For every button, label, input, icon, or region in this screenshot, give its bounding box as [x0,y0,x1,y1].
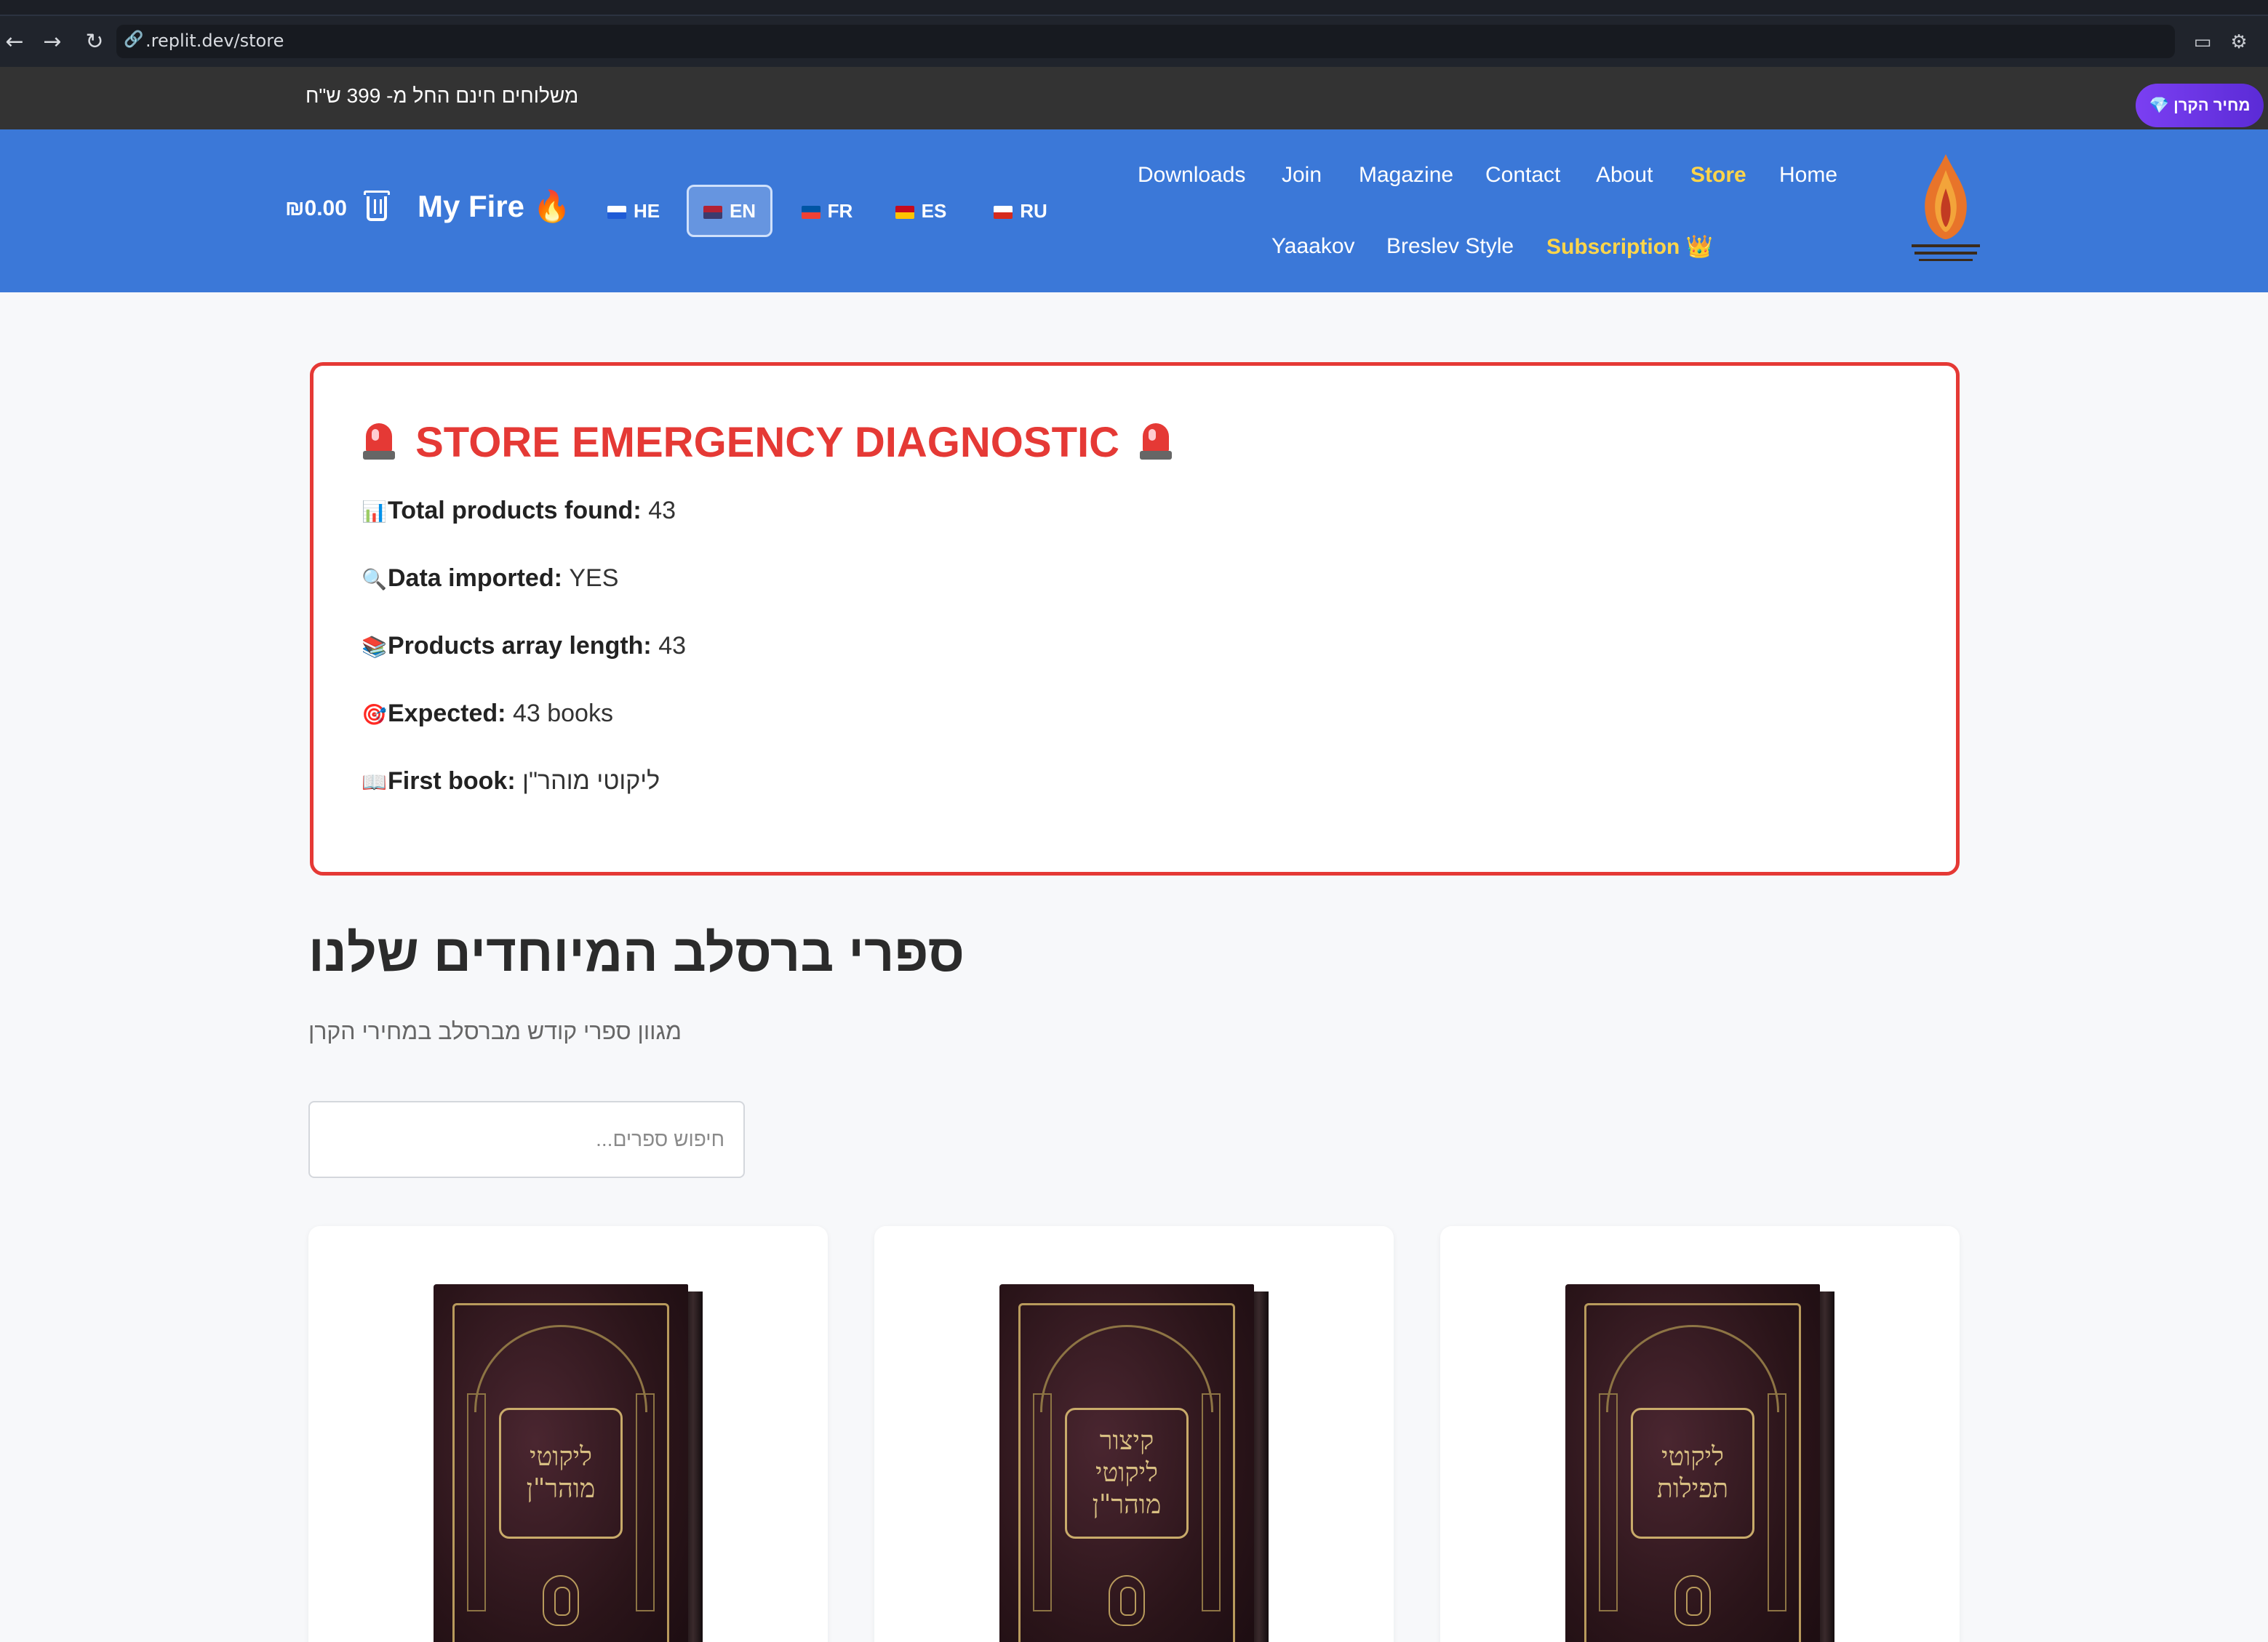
lang-code: FR [827,200,853,222]
cart-total[interactable]: ₪0.00 [285,196,347,221]
flag-icon [895,206,914,219]
diagnostic-row: 📊Total products found: 43 [362,497,676,525]
book-cover-title: ליקוטי תפילות [1631,1408,1754,1539]
announcement-bar: משלוחים חינם החל מ- 399 ש"ח 💎 מחיר הקרן [0,67,2268,129]
site-logo[interactable] [1906,148,1986,273]
flag-icon [994,206,1013,219]
diagnostic-row-label: Expected: [388,700,513,727]
browser-address-bar: ← → ↻ 🔗 .replit.dev/store ▭ ⚙ [0,16,2268,67]
product-card[interactable]: קיצור ליקוטי מוהר"ן [874,1226,1394,1642]
book-cover-title: ליקוטי מוהר"ן [499,1408,623,1539]
free-shipping-text: משלוחים חינם החל מ- 399 ש"ח [306,84,579,107]
diagnostic-row-label: Data imported: [388,564,570,592]
diagnostic-title: STORE EMERGENCY DIAGNOSTIC [362,418,1173,467]
book-cover-image[interactable]: ליקוטי מוהר"ן [434,1284,703,1642]
browser-tab-strip [0,0,2268,16]
nav-magazine-link[interactable]: Magazine [1359,163,1453,188]
lang-code: HE [633,200,660,222]
diagnostic-row: 📚Products array length: 43 [362,632,686,660]
devices-icon[interactable]: ▭ [2189,29,2216,55]
diagnostic-row-icon: 🎯 [362,702,387,726]
product-card[interactable]: ליקוטי מוהר"ן [308,1226,828,1642]
lang-he-button[interactable]: HE [591,185,676,237]
store-subtitle: מגוון ספרי קודש מברסלב במחירי הקרן [308,1018,682,1044]
diagnostic-row-icon: 📚 [362,635,387,659]
diagnostic-row: 📖First book: ליקוטי מוהר"ן [362,767,660,796]
fund-price-button[interactable]: 💎 מחיר הקרן [2136,84,2264,127]
diagnostic-row-value: ליקוטי מוהר"ן [522,767,660,795]
siren-icon [1138,420,1173,461]
diagnostic-row: 🎯Expected: 43 books [362,700,613,728]
nav-home-link[interactable]: Home [1779,163,1837,188]
my-fire-link[interactable]: My Fire 🔥 [418,189,571,225]
product-card[interactable]: ליקוטי תפילות [1440,1226,1960,1642]
link-icon: 🔗 [124,31,144,49]
diagnostic-row-label: Products array length: [388,632,659,660]
diagnostic-row-icon: 📊 [362,500,387,524]
diagnostic-row-icon: 🔍 [362,567,387,591]
reload-icon[interactable]: ↻ [80,28,109,57]
flag-icon [801,206,820,219]
nav-yaaakov-link[interactable]: Yaaakov [1271,234,1355,259]
url-field[interactable]: 🔗 .replit.dev/store [116,25,2175,58]
diagnostic-title-text: STORE EMERGENCY DIAGNOSTIC [415,419,1119,466]
lang-ru-button[interactable]: RU [982,185,1059,237]
lang-code: ES [921,200,947,222]
site-header: ₪0.00 My Fire 🔥 HE EN FR ES RU Downloads Join… [0,129,2268,292]
diagnostic-row-value: 43 [648,497,676,524]
nav-contact-link[interactable]: Contact [1485,163,1560,188]
book-cover-title: קיצור ליקוטי מוהר"ן [1065,1408,1189,1539]
forward-icon[interactable]: → [38,28,67,57]
book-search-input[interactable] [308,1101,745,1178]
flag-icon [607,206,626,219]
wrench-icon[interactable]: ⚙ [2226,29,2252,55]
siren-icon [362,420,396,461]
flag-icon [703,206,722,219]
store-title: ספרי ברסלב המיוחדים שלנו [308,924,965,982]
back-icon[interactable]: ← [0,28,29,57]
nav-about-link[interactable]: About [1596,163,1653,188]
lang-es-button[interactable]: ES [885,185,957,237]
nav-join-link[interactable]: Join [1282,163,1322,188]
trash-icon[interactable] [362,188,391,224]
nav-downloads-link[interactable]: Downloads [1138,163,1245,188]
nav-store-link[interactable]: Store [1690,163,1746,188]
nav-breslev-style-link[interactable]: Breslev Style [1386,234,1514,259]
url-text: .replit.dev/store [145,31,284,51]
diagnostic-row-icon: 📖 [362,770,387,794]
lang-fr-button[interactable]: FR [787,185,867,237]
diagnostic-panel: STORE EMERGENCY DIAGNOSTIC 📊Total produc… [310,362,1960,876]
lang-code: RU [1020,200,1047,222]
diagnostic-row: 🔍Data imported: YES [362,564,618,593]
diagnostic-row-value: 43 [658,632,687,660]
diagnostic-row-label: First book: [388,767,523,795]
book-cover-image[interactable]: ליקוטי תפילות [1565,1284,1834,1642]
diagnostic-row-value: YES [569,564,619,592]
diagnostic-row-label: Total products found: [388,497,649,524]
lang-en-button[interactable]: EN [687,185,772,237]
lang-code: EN [729,200,756,222]
nav-subscription-link[interactable]: Subscription 👑 [1546,234,1713,260]
diagnostic-row-value: 43 books [512,700,613,727]
book-cover-image[interactable]: קיצור ליקוטי מוהר"ן [999,1284,1269,1642]
